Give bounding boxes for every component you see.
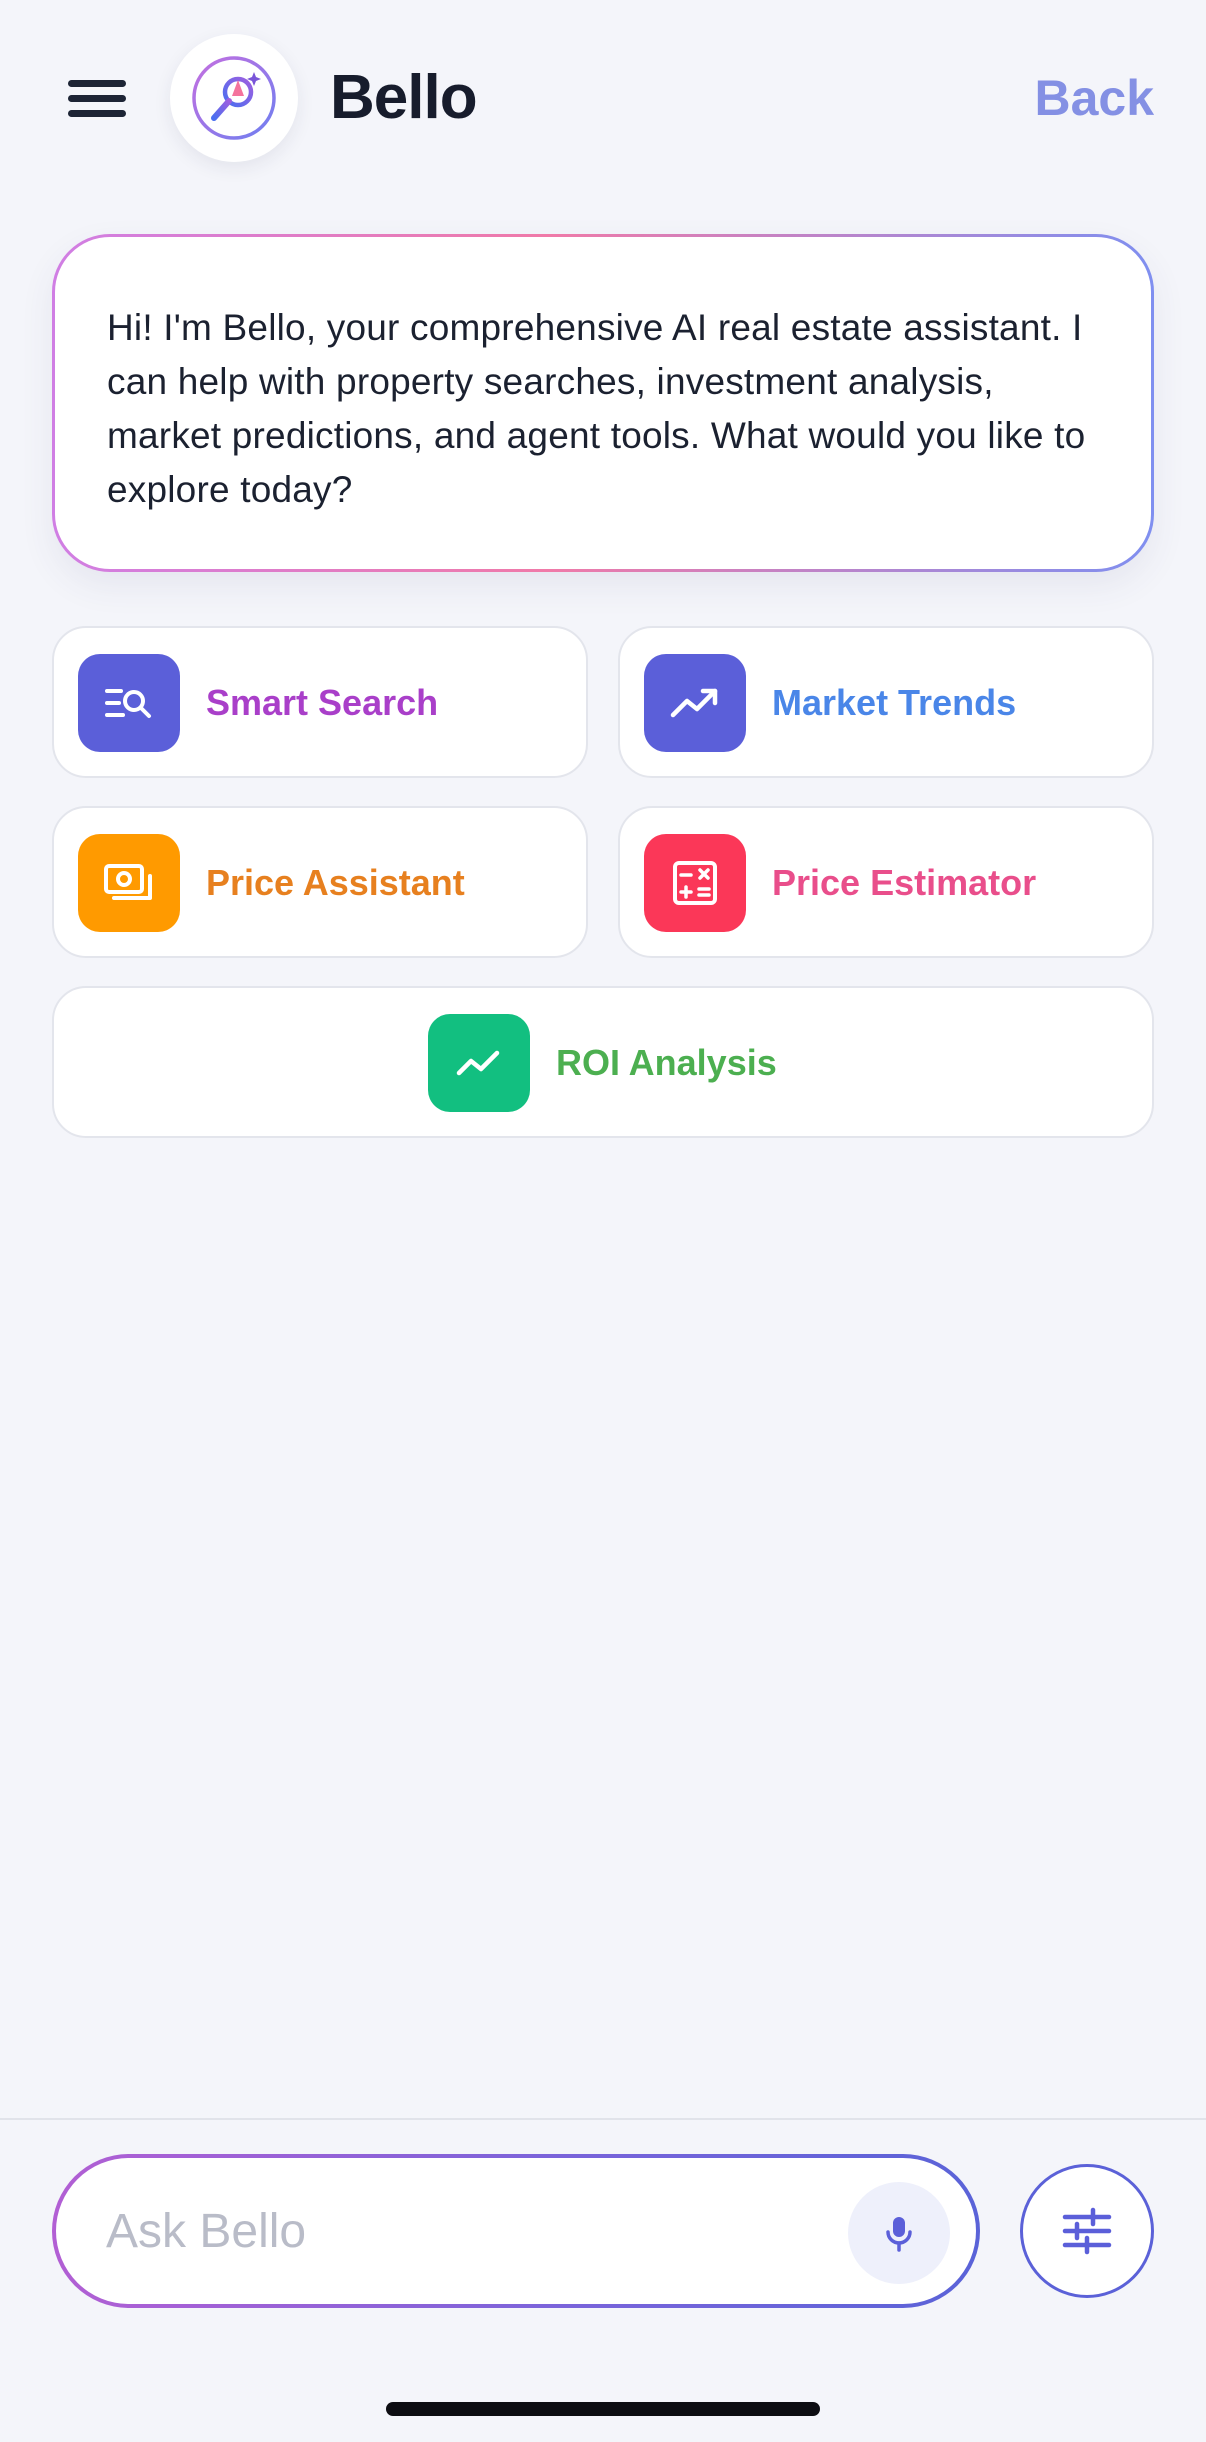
assistant-greeting-text: Hi! I'm Bello, your comprehensive AI rea… [107,307,1086,510]
smart-search-button[interactable]: Smart Search [52,626,588,778]
roi-analysis-button[interactable]: ROI Analysis [52,986,1154,1138]
app-title: Bello [330,63,478,132]
sliders-icon[interactable] [1020,2164,1154,2298]
market-trends-label: Market Trends [772,682,1017,723]
composer-divider [0,2118,1206,2120]
price-estimator-label: Price Estimator [772,862,1037,903]
back-button[interactable]: Back [1034,62,1154,134]
assistant-message-bubble: Hi! I'm Bello, your comprehensive AI rea… [52,234,1154,572]
bello-chat-screen: Bello Back Hi! I'm Bello, your comprehen… [0,0,1206,2442]
message-composer [52,2154,980,2308]
microphone-icon[interactable] [848,2182,950,2284]
cash-icon [78,834,180,932]
chart-line-icon [428,1014,530,1112]
trending-up-icon [644,654,746,752]
price-assistant-button[interactable]: Price Assistant [52,806,588,958]
ask-bello-input[interactable] [106,2194,826,2268]
bello-logo [170,34,298,162]
search-list-icon [78,654,180,752]
top-bar: Bello Back [0,0,1206,200]
calculator-icon [644,834,746,932]
ai-search-logo-icon [192,56,276,140]
roi-analysis-label: ROI Analysis [556,1042,777,1083]
home-indicator [386,2402,820,2416]
smart-search-label: Smart Search [206,682,439,723]
menu-icon[interactable] [60,70,136,126]
price-estimator-button[interactable]: Price Estimator [618,806,1154,958]
market-trends-button[interactable]: Market Trends [618,626,1154,778]
price-assistant-label: Price Assistant [206,862,465,903]
